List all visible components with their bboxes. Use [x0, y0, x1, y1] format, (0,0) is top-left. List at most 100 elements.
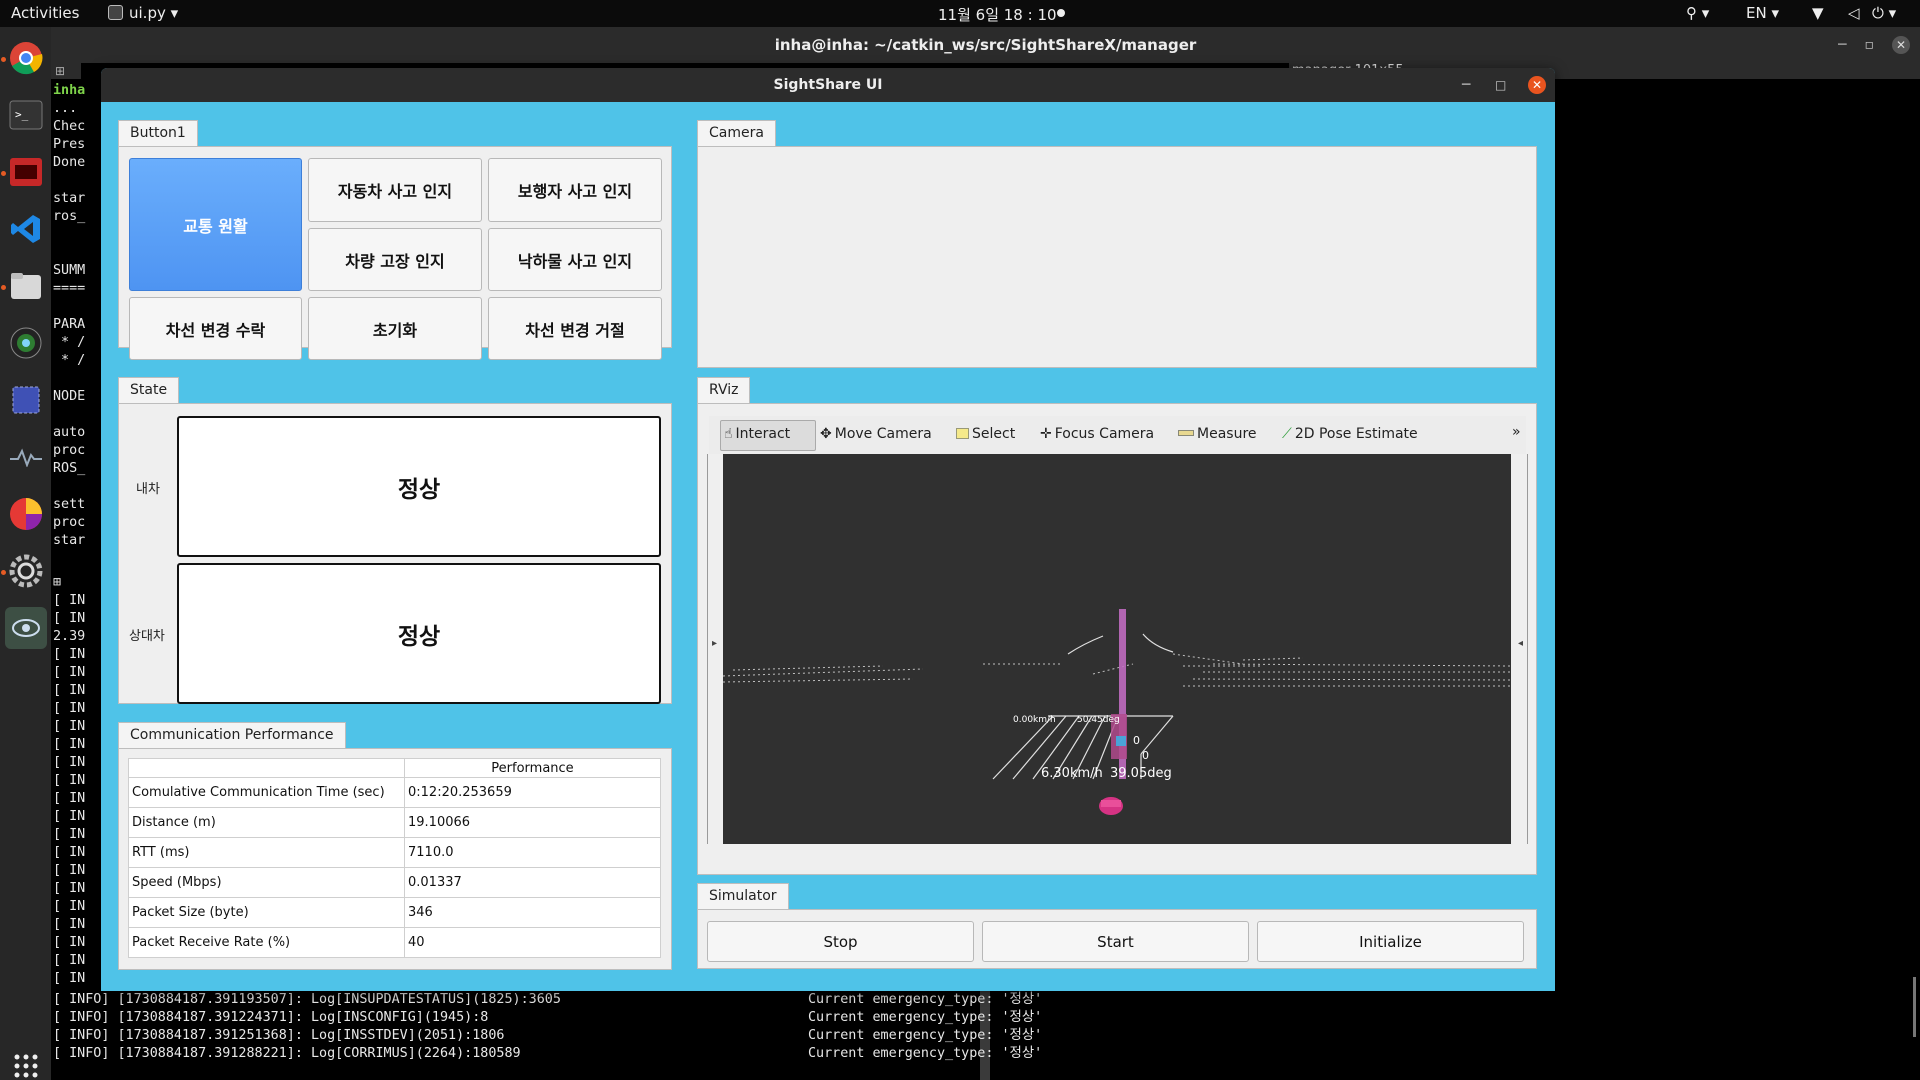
select-tool[interactable]: Select [956, 426, 1015, 442]
tab-state[interactable]: State [118, 377, 180, 403]
table-row: Packet Receive Rate (%) 40 [128, 927, 661, 958]
right-collapse-icon[interactable]: ◂ [1518, 638, 1523, 649]
falling-object-button[interactable]: 낙하물 사고 인지 [488, 228, 662, 291]
lane-change-accept-button[interactable]: 차선 변경 수락 [129, 297, 302, 360]
terminal-line: ==== [53, 281, 86, 296]
close-icon[interactable]: ✕ [1528, 76, 1546, 94]
chrome-icon[interactable] [5, 37, 47, 79]
initialize-button[interactable]: Initialize [1257, 921, 1524, 962]
eye-icon[interactable] [5, 607, 47, 649]
terminal-line: proc [53, 515, 86, 530]
interact-tool[interactable]: ☝ Interact [720, 420, 816, 451]
other-speed-label: 0.00km/h [1013, 715, 1056, 725]
terminal-line: Done [53, 155, 86, 170]
select-icon [956, 428, 969, 439]
terminal-icon[interactable]: >_ [5, 94, 47, 136]
terminal-line: [ IN [53, 701, 86, 716]
terminal-line: ros_ [53, 209, 86, 224]
terminal-log-line: [ INFO] [1730884187.391193507]: Log[INSU… [53, 992, 561, 1007]
ego-vehicle-marker [1116, 736, 1126, 746]
pose-estimate-tool[interactable]: ⟋ 2D Pose Estimate [1282, 426, 1418, 442]
terminal-line: [ IN [53, 665, 86, 680]
wifi-icon[interactable]: ▼ [1812, 4, 1824, 22]
move-icon: ✥ [820, 426, 832, 442]
terminal-line: [ IN [53, 647, 86, 662]
vehicle-breakdown-button[interactable]: 차량 고장 인지 [308, 228, 482, 291]
stop-button[interactable]: Stop [707, 921, 974, 962]
vscode-icon[interactable] [5, 208, 47, 250]
clock[interactable]: 11월 6일 18 : 10 [938, 4, 1057, 25]
pie-icon[interactable] [5, 493, 47, 535]
scrollbar[interactable] [1913, 977, 1916, 1037]
measure-tool[interactable]: Measure [1178, 426, 1257, 442]
power-icon[interactable]: ⏻ ▾ [1872, 4, 1896, 22]
tab-button1[interactable]: Button1 [118, 120, 198, 146]
toolbar-overflow-button[interactable]: » [1512, 424, 1521, 440]
screenshot-icon[interactable] [5, 379, 47, 421]
minimize-icon[interactable]: ─ [1462, 68, 1470, 102]
apps-grid-icon[interactable] [5, 1045, 47, 1080]
table-row: Packet Size (byte) 346 [128, 897, 661, 928]
tab-simulator[interactable]: Simulator [697, 883, 789, 909]
maximize-icon[interactable]: ▫ [1865, 37, 1875, 53]
terminal-line: [ IN [53, 719, 86, 734]
terminal-line: * / [53, 353, 86, 368]
terminal-right-line: Current emergency_type: '정상' [808, 1010, 1043, 1025]
terminal-line: star [53, 191, 86, 206]
measure-label: Measure [1197, 426, 1257, 442]
running-indicator [1, 57, 6, 62]
terminal-line: [ IN [53, 899, 86, 914]
app-icon [108, 5, 123, 20]
metric-value: 0:12:20.253659 [404, 777, 661, 808]
ego-vehicle-state: 정상 [177, 416, 661, 557]
terminal-line: ... [53, 101, 78, 116]
other-angle-label: 50.45deg [1077, 715, 1120, 725]
maximize-icon[interactable]: □ [1495, 68, 1506, 102]
pose-arrow-icon: ⟋ [1282, 426, 1292, 442]
left-collapse-icon[interactable]: ▸ [712, 638, 717, 649]
camera-icon[interactable] [5, 322, 47, 364]
activities-button[interactable]: Activities [11, 4, 79, 22]
tab-communication-performance[interactable]: Communication Performance [118, 722, 346, 748]
focus-icon: ✛ [1040, 426, 1052, 442]
move-camera-tool[interactable]: ✥ Move Camera [820, 426, 932, 442]
red-app-icon[interactable] [5, 151, 47, 193]
hand-icon: ☝ [724, 426, 733, 442]
pedestrian-accident-button[interactable]: 보행자 사고 인지 [488, 158, 662, 222]
minimize-icon[interactable]: ─ [1838, 37, 1846, 53]
monitor-icon[interactable] [5, 436, 47, 478]
terminal-line: [ IN [53, 845, 86, 860]
other-vehicle-label: 상대차 [129, 629, 165, 644]
ruler-icon [1178, 430, 1194, 436]
files-icon[interactable] [5, 265, 47, 307]
terminal-line: auto [53, 425, 86, 440]
metric-label: Packet Size (byte) [128, 897, 405, 928]
terminal-line: [ IN [53, 863, 86, 878]
tab-camera[interactable]: Camera [697, 120, 776, 146]
start-button[interactable]: Start [982, 921, 1249, 962]
performance-table: Performance Comulative Communication Tim… [128, 758, 661, 958]
close-icon[interactable]: ✕ [1892, 36, 1910, 54]
settings-icon[interactable] [5, 550, 47, 592]
tab-rviz[interactable]: RViz [697, 377, 751, 403]
traffic-smooth-button[interactable]: 교통 원활 [129, 158, 302, 291]
terminal-right-line: Current emergency_type: '정상' [808, 992, 1043, 1007]
terminal-line: [ IN [53, 881, 86, 896]
accessibility-icon[interactable]: ⚲ ▾ [1686, 4, 1709, 22]
metric-label: Comulative Communication Time (sec) [128, 777, 405, 808]
app-menu-label: ui.py ▾ [129, 4, 179, 22]
app-menu[interactable]: ui.py ▾ [108, 4, 178, 22]
terminal-line: [ IN [53, 611, 86, 626]
value-label: 0 [1142, 749, 1149, 762]
terminal-line: [ IN [53, 917, 86, 932]
lane-change-reject-button[interactable]: 차선 변경 거절 [488, 297, 662, 360]
pane-icon: ⊞ [51, 63, 81, 79]
vehicle-accident-button[interactable]: 자동차 사고 인지 [308, 158, 482, 222]
volume-icon[interactable]: ◁ [1848, 4, 1860, 22]
language-selector[interactable]: EN ▾ [1746, 4, 1779, 22]
rviz-3d-view[interactable]: 0.00km/h 50.45deg 0 0 6.30km/h 39.05deg [722, 454, 1512, 844]
metric-label: Distance (m) [128, 807, 405, 838]
focus-camera-tool[interactable]: ✛ Focus Camera [1040, 426, 1154, 442]
terminal-line: [ IN [53, 971, 86, 986]
reset-button[interactable]: 초기화 [308, 297, 482, 360]
